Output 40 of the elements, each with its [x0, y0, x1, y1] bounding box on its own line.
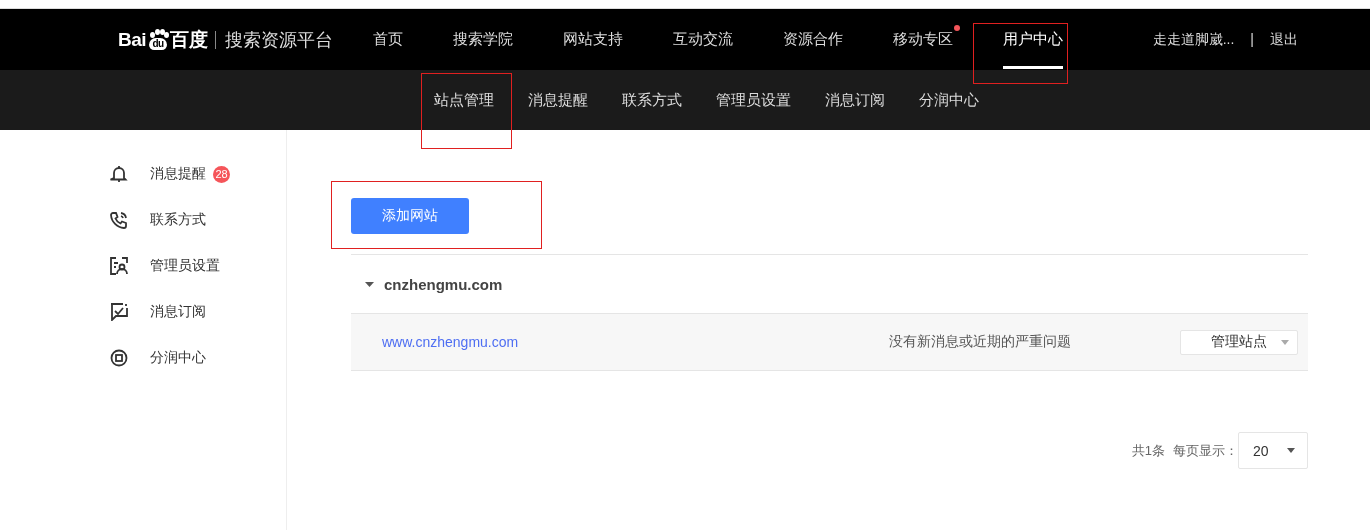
- nav-tab[interactable]: 搜索学院: [453, 9, 514, 70]
- message-check-icon: [110, 303, 128, 321]
- sidebar-item[interactable]: 消息提醒: [150, 165, 206, 183]
- logo[interactable]: Bai du 百度: [118, 26, 208, 53]
- sidebar-item[interactable]: 联系方式: [150, 211, 206, 229]
- platform-title: 搜索资源平台: [215, 30, 334, 49]
- username-link[interactable]: 走走道脚崴...: [1152, 30, 1235, 49]
- total-count: 共1条: [1131, 441, 1165, 460]
- nav-tab[interactable]: 移动专区: [893, 9, 961, 70]
- submenu-item[interactable]: 消息提醒: [528, 90, 588, 110]
- submenu-item[interactable]: 管理员设置: [716, 90, 791, 110]
- sidebar-item[interactable]: 消息订阅: [150, 303, 206, 321]
- submenu-item[interactable]: 站点管理: [434, 90, 494, 110]
- caret-icon: [1287, 448, 1295, 453]
- target-icon: [110, 349, 128, 367]
- submenu-item[interactable]: 联系方式: [622, 90, 682, 110]
- page-size-label: 每页显示：: [1173, 441, 1238, 460]
- sidebar-item[interactable]: 分润中心: [150, 349, 206, 367]
- logout-link[interactable]: 退出: [1270, 30, 1298, 49]
- manage-site-dropdown[interactable]: 管理站点: [1180, 329, 1298, 355]
- nav-tab[interactable]: 用户中心: [1003, 9, 1064, 70]
- site-link[interactable]: www.cnzhengmu.com: [382, 334, 519, 350]
- nav-tab[interactable]: 资源合作: [783, 9, 844, 70]
- caret-icon: [1281, 339, 1289, 345]
- domain-title: cnzhengmu.com: [384, 275, 503, 293]
- caret-icon[interactable]: [365, 281, 374, 287]
- nav-tab[interactable]: 网站支持: [563, 9, 624, 70]
- bell-icon: [110, 165, 128, 183]
- separator: |: [1250, 30, 1254, 49]
- sidebar-item[interactable]: 管理员设置: [150, 257, 220, 275]
- phone-icon: [110, 211, 128, 229]
- person-card-icon: [110, 257, 128, 275]
- add-website-button[interactable]: 添加网站: [351, 198, 469, 234]
- submenu-item[interactable]: 分润中心: [919, 90, 979, 110]
- count-badge: 28: [213, 165, 230, 183]
- nav-tab[interactable]: 互动交流: [673, 9, 734, 70]
- submenu-item[interactable]: 消息订阅: [825, 90, 885, 110]
- page-size-dropdown[interactable]: 20: [1238, 432, 1308, 469]
- nav-tab[interactable]: 首页: [373, 9, 404, 70]
- status-text: 没有新消息或近期的严重问题: [889, 333, 1071, 351]
